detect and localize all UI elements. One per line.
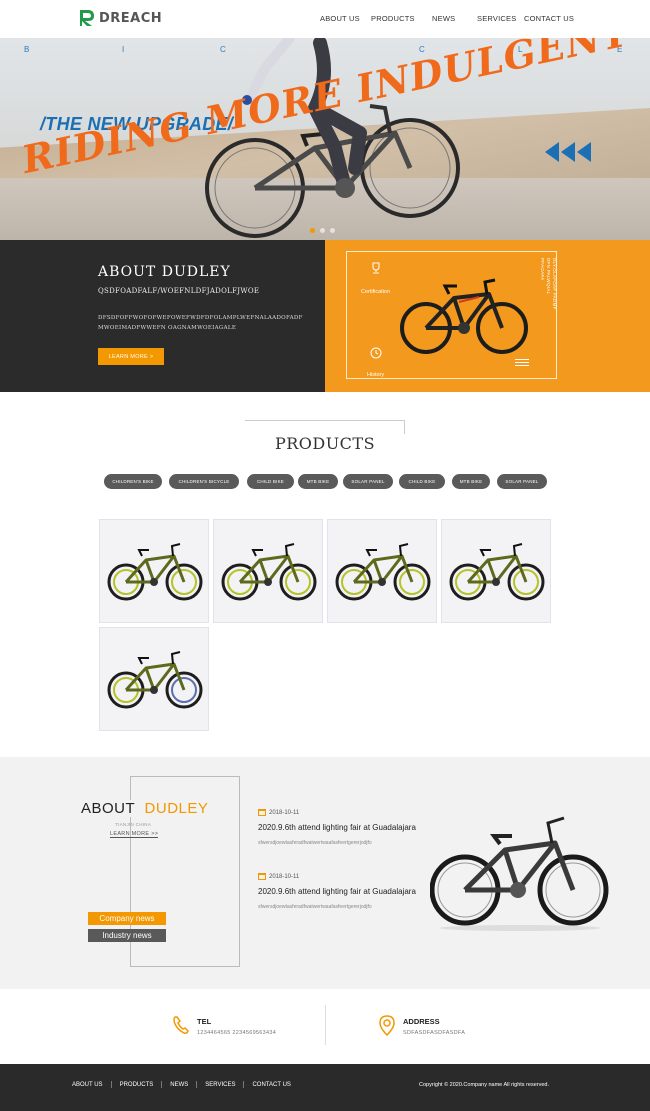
clock-icon — [370, 347, 382, 359]
hero-letter: I — [122, 45, 126, 54]
category-pill[interactable]: CHILD BIKE — [399, 474, 445, 489]
about-feature-panel: Certification History DLY.OLAFOAF FADMF … — [325, 240, 650, 392]
copyright-text: Copyright © 2020.Company name All rights… — [419, 1082, 550, 1088]
footer-nav: ABOUT US PRODUCTS NEWS SERVICES CONTACT … — [72, 1081, 291, 1088]
trophy-icon — [372, 262, 380, 274]
category-pill[interactable]: SOLAR PANEL — [343, 474, 393, 489]
menu-icon[interactable] — [515, 359, 529, 368]
category-pill[interactable]: CHILDREN'S BICYCLE — [169, 474, 239, 489]
site-footer: ABOUT US PRODUCTS NEWS SERVICES CONTACT … — [0, 1064, 650, 1111]
news-date-text: 2018-10-11 — [269, 873, 300, 880]
category-pill[interactable]: SOLAR PANEL — [497, 474, 547, 489]
product-card[interactable] — [99, 627, 209, 731]
footer-divider — [196, 1081, 198, 1088]
category-pill[interactable]: CHILD BIKE — [247, 474, 294, 489]
news-item[interactable]: 2018-10-11 2020.9.6th attend lighting fa… — [258, 873, 428, 910]
hero-arrows-icon — [545, 142, 591, 162]
news-about-word: ABOUT — [81, 800, 136, 817]
footer-nav-products[interactable]: PRODUCTS — [120, 1082, 154, 1088]
slider-dot[interactable] — [320, 228, 325, 233]
news-about-title: ABOUT DUDLEY — [81, 800, 211, 817]
mountain-bike-image — [335, 543, 431, 601]
hero-letter: B — [24, 45, 31, 54]
footer-nav-contact-us[interactable]: CONTACT US — [252, 1082, 290, 1088]
site-header: DREACH ABOUT US PRODUCTS NEWS SERVICES C… — [0, 0, 650, 38]
vertical-caption: DLY.OLAFOAF FADMF DFN PALWQIAL PFAOAFA — [540, 258, 557, 310]
news-summary: sfwersdjoewtasferadfwatwertwaafasfeertge… — [258, 840, 372, 846]
about-description: DFSDFOFFWOFOFWEFOWEFWDFDFOLAMPLWEFNALAAD… — [98, 315, 303, 331]
certification-label: Certification — [361, 289, 391, 295]
location-pin-icon — [379, 1015, 395, 1037]
about-subtitle: QSDFOADFALF/WOEFNLDFJADOLFJWOE — [98, 287, 260, 295]
nav-about-us[interactable]: ABOUT US — [320, 14, 360, 23]
contact-divider — [325, 1005, 326, 1045]
footer-nav-news[interactable]: NEWS — [170, 1082, 188, 1088]
footer-divider — [161, 1081, 163, 1088]
news-brand-word: DUDLEY — [144, 800, 209, 817]
product-card[interactable] — [213, 519, 323, 623]
featured-bike-image — [430, 816, 609, 931]
slider-dots — [310, 228, 335, 233]
history-item[interactable]: History — [367, 347, 384, 381]
industry-news-button[interactable]: Industry news — [88, 929, 166, 942]
about-title: ABOUT DUDLEY — [98, 264, 231, 280]
news-tagline: TIANJIN CHINA — [115, 822, 152, 827]
company-news-button[interactable]: Company news — [88, 912, 166, 925]
category-pill[interactable]: MTB BIKE — [298, 474, 338, 489]
mountain-bike-image — [449, 543, 545, 601]
calendar-icon — [258, 873, 266, 880]
nav-news[interactable]: NEWS — [432, 14, 455, 23]
hero-banner[interactable]: B I C Y C L E /THE NEW UPGRADE/ RIDING M… — [0, 38, 650, 240]
news-date: 2018-10-11 — [258, 809, 428, 816]
product-card[interactable] — [441, 519, 551, 623]
tel-label: TEL — [197, 1017, 212, 1026]
main-nav: ABOUT US PRODUCTS NEWS SERVICES CONTACT … — [0, 14, 650, 26]
calendar-icon — [258, 809, 266, 816]
product-categories: CHILDREN'S BIKE CHILDREN'S BICYCLE CHILD… — [0, 474, 650, 490]
nav-products[interactable]: PRODUCTS — [371, 14, 415, 23]
news-date: 2018-10-11 — [258, 873, 428, 880]
news-learn-more-link[interactable]: LEARN MORE >> — [110, 831, 159, 838]
mountain-bike-image — [107, 543, 203, 601]
footer-nav-about-us[interactable]: ABOUT US — [72, 1082, 103, 1088]
category-pill[interactable]: MTB BIKE — [452, 474, 490, 489]
footer-divider — [243, 1081, 245, 1088]
products-title: PRODUCTS — [245, 434, 405, 453]
history-label: History — [367, 372, 385, 378]
news-headline[interactable]: 2020.9.6th attend lighting fair at Guada… — [258, 823, 428, 832]
news-headline[interactable]: 2020.9.6th attend lighting fair at Guada… — [258, 887, 428, 896]
address-value: SDFASDFASDFASDFA — [403, 1030, 466, 1036]
learn-more-button[interactable]: LEARN MORE > — [98, 348, 164, 365]
mountain-bike-image — [107, 651, 203, 709]
nav-services[interactable]: SERVICES — [477, 14, 516, 23]
orange-bike-image — [400, 278, 528, 354]
nav-contact-us[interactable]: CONTACT US — [524, 14, 574, 23]
news-summary: sfwersdjoewtasferadfwatwertwaafasfeertge… — [258, 904, 372, 910]
product-card[interactable] — [327, 519, 437, 623]
news-item[interactable]: 2018-10-11 2020.9.6th attend lighting fa… — [258, 809, 428, 846]
category-pill[interactable]: CHILDREN'S BIKE — [104, 474, 162, 489]
slider-dot[interactable] — [330, 228, 335, 233]
tel-value: 1234464565 2234569563434 — [197, 1030, 277, 1036]
news-date-text: 2018-10-11 — [269, 809, 300, 816]
address-label: ADDRESS — [403, 1017, 440, 1026]
certification-item[interactable]: Certification — [361, 261, 390, 298]
about-panel: ABOUT DUDLEY QSDFOADFALF/WOEFNLDFJADOLFJ… — [0, 240, 325, 392]
phone-icon — [173, 1016, 189, 1034]
product-card[interactable] — [99, 519, 209, 623]
footer-nav-services[interactable]: SERVICES — [205, 1082, 235, 1088]
footer-divider — [110, 1081, 112, 1088]
slider-dot[interactable] — [310, 228, 315, 233]
mountain-bike-image — [221, 543, 317, 601]
